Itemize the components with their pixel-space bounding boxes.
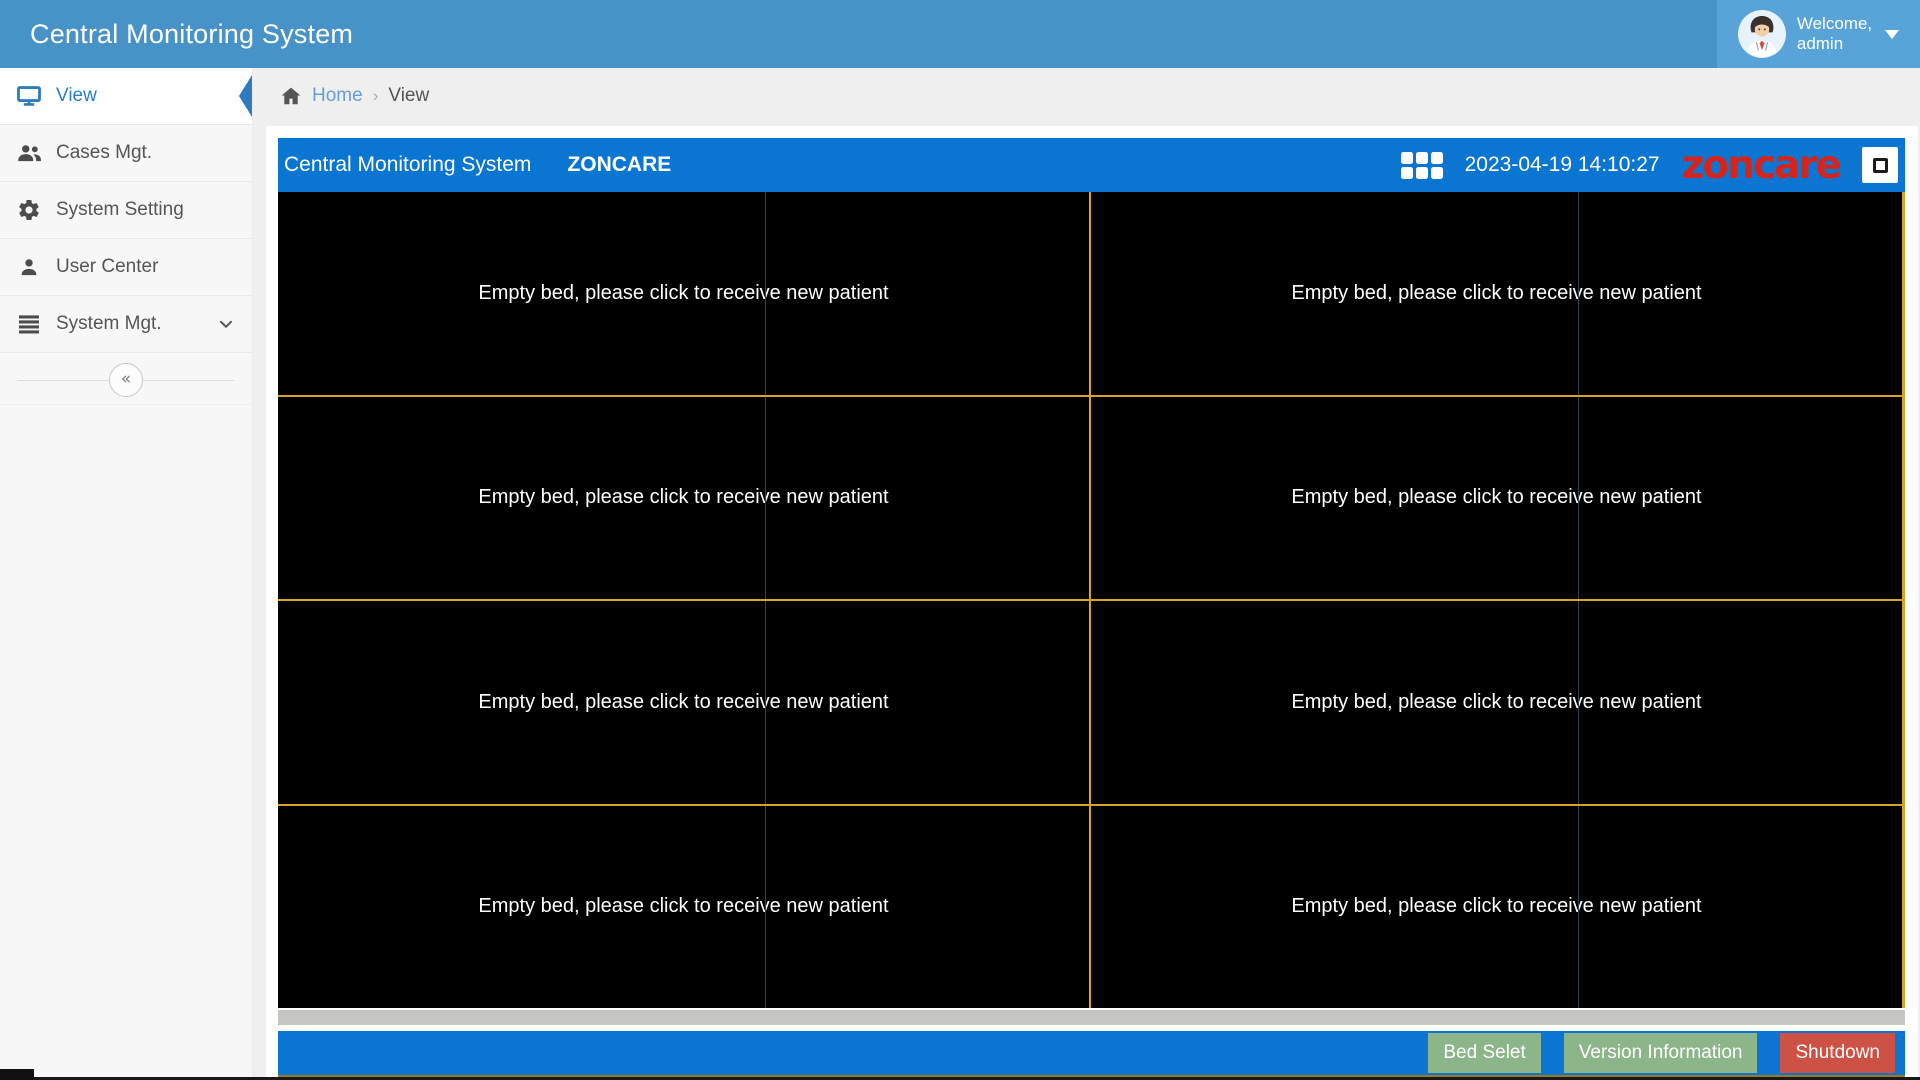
horizontal-scrollbar[interactable]: [278, 1010, 1905, 1025]
caret-down-icon[interactable]: [1885, 29, 1900, 39]
sidebar-collapse-button[interactable]: «: [109, 362, 143, 397]
bed-cell-2[interactable]: Empty bed, please click to receive new p…: [1091, 192, 1902, 395]
app-header: Central Monitoring System Welcome, admin: [0, 0, 1920, 68]
cell-divider: [1577, 601, 1579, 804]
empty-bed-text: Empty bed, please click to receive new p…: [1291, 895, 1702, 918]
bed-grid: Empty bed, please click to receive new p…: [278, 192, 1905, 1008]
monitor-icon: [15, 83, 43, 109]
cell-divider: [1577, 805, 1579, 1008]
titlebar-controls: 2023-04-19 14:10:27 zoncare: [1400, 142, 1898, 188]
monitor-title: Central Monitoring System: [284, 153, 532, 176]
monitor-window: Central Monitoring System ZONCARE 2023-0…: [278, 138, 1905, 1078]
cell-divider: [1577, 396, 1579, 599]
breadcrumb: Home › View: [253, 68, 1920, 123]
sidebar-item-label: System Setting: [56, 199, 184, 220]
monitor-footer: Bed Selet Version Information Shutdown: [278, 1031, 1905, 1075]
welcome-line1: Welcome,: [1796, 13, 1873, 33]
cell-divider: [1577, 192, 1579, 395]
monitor-card: Central Monitoring System ZONCARE 2023-0…: [266, 126, 1918, 1080]
sidebar-item-system-mgt[interactable]: System Mgt.: [0, 296, 252, 353]
sidebar-item-label: System Mgt.: [56, 313, 162, 334]
cell-divider: [764, 192, 766, 395]
sidebar-collapse-row: «: [0, 355, 252, 405]
monitor-titlebar: Central Monitoring System ZONCARE 2023-0…: [278, 138, 1905, 192]
timestamp: 2023-04-19 14:10:27: [1464, 153, 1660, 176]
sidebar-item-cases-mgt[interactable]: Cases Mgt.: [0, 125, 252, 182]
user-menu[interactable]: Welcome, admin: [1717, 0, 1920, 68]
welcome-text: Welcome, admin: [1797, 14, 1872, 55]
empty-bed-text: Empty bed, please click to receive new p…: [478, 690, 889, 713]
users-icon: [15, 140, 43, 166]
cell-divider: [764, 805, 766, 1008]
sidebar-item-label: View: [56, 85, 97, 106]
breadcrumb-separator: ›: [372, 85, 379, 105]
sidebar: View Cases Mgt. System Setting User Center S…: [0, 68, 253, 1080]
chevron-down-icon: [216, 314, 236, 334]
cell-divider: [764, 601, 766, 804]
sidebar-item-label: User Center: [56, 256, 159, 277]
empty-bed-text: Empty bed, please click to receive new p…: [1291, 281, 1702, 304]
sidebar-item-label: Cases Mgt.: [56, 142, 153, 163]
avatar: [1737, 10, 1786, 58]
maximize-icon: [1872, 157, 1888, 173]
bed-cell-7[interactable]: Empty bed, please click to receive new p…: [278, 805, 1089, 1008]
gear-icon: [15, 198, 43, 222]
screen-corner-block: [0, 1069, 34, 1080]
shutdown-button[interactable]: Shutdown: [1780, 1033, 1895, 1073]
bed-selet-button[interactable]: Bed Selet: [1428, 1033, 1541, 1073]
empty-bed-text: Empty bed, please click to receive new p…: [1291, 486, 1702, 509]
user-icon: [15, 256, 43, 278]
welcome-line2: admin: [1796, 34, 1844, 53]
bed-cell-1[interactable]: Empty bed, please click to receive new p…: [278, 192, 1089, 395]
cell-divider: [764, 396, 766, 599]
active-item-arrow: [239, 75, 252, 117]
bed-cell-8[interactable]: Empty bed, please click to receive new p…: [1091, 805, 1902, 1008]
bed-cell-5[interactable]: Empty bed, please click to receive new p…: [278, 601, 1089, 804]
home-icon[interactable]: [280, 85, 302, 107]
zoncare-logo: zoncare: [1681, 142, 1842, 188]
maximize-button[interactable]: [1862, 147, 1898, 183]
menu-icon: [15, 312, 43, 336]
empty-bed-text: Empty bed, please click to receive new p…: [478, 895, 889, 918]
sidebar-item-user-center[interactable]: User Center: [0, 239, 252, 296]
bed-cell-6[interactable]: Empty bed, please click to receive new p…: [1091, 601, 1902, 804]
empty-bed-text: Empty bed, please click to receive new p…: [478, 486, 889, 509]
version-information-button[interactable]: Version Information: [1563, 1033, 1758, 1073]
content-pane: Home › View Central Monitoring System ZO…: [253, 68, 1920, 1080]
grid-layout-icon[interactable]: [1400, 151, 1443, 179]
bed-cell-4[interactable]: Empty bed, please click to receive new p…: [1091, 396, 1902, 599]
app-title: Central Monitoring System: [30, 18, 354, 49]
empty-bed-text: Empty bed, please click to receive new p…: [478, 281, 889, 304]
sidebar-item-system-setting[interactable]: System Setting: [0, 182, 252, 239]
breadcrumb-current: View: [388, 84, 430, 106]
sidebar-item-view[interactable]: View: [0, 68, 252, 125]
monitor-brand: ZONCARE: [567, 153, 672, 176]
bed-cell-3[interactable]: Empty bed, please click to receive new p…: [278, 396, 1089, 599]
sidebar-menu: View Cases Mgt. System Setting User Center S…: [0, 68, 252, 353]
breadcrumb-home-link[interactable]: Home: [312, 85, 363, 107]
empty-bed-text: Empty bed, please click to receive new p…: [1291, 690, 1702, 713]
